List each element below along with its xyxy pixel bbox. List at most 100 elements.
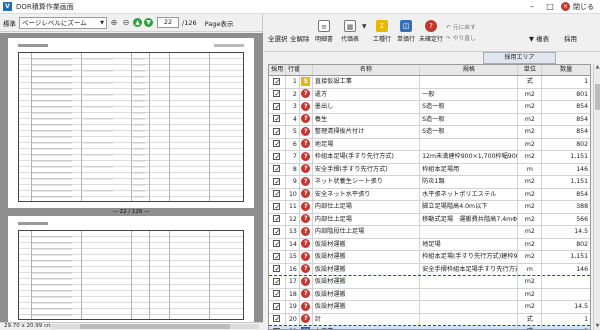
row-spec[interactable]: 地足場 <box>420 238 519 250</box>
row-name[interactable]: 整理清掃後片付け <box>313 126 421 138</box>
row-unit[interactable]: 式 <box>518 326 543 329</box>
row-spec[interactable] <box>420 326 519 329</box>
row-name[interactable]: 仮設材運搬 <box>313 263 421 275</box>
deselect-all-button[interactable]: 全解除 <box>290 33 310 43</box>
row-checkbox[interactable] <box>269 151 286 163</box>
row-name[interactable]: 安全手摺(手すり先行方式) <box>313 163 421 175</box>
table-row[interactable]: 13?内部階段仕上足場 m214.5 <box>269 226 590 239</box>
page-number-input[interactable]: 22 <box>157 17 179 28</box>
row-checkbox[interactable] <box>269 301 286 313</box>
row-name[interactable]: 内部階段仕上足場 <box>313 226 421 238</box>
row-name[interactable]: 土工事 <box>313 326 421 329</box>
header-qty[interactable]: 数量 <box>542 65 590 75</box>
row-qty[interactable]: 1,151 <box>542 151 590 163</box>
row-spec[interactable]: 防炎1類 <box>420 176 519 188</box>
redo-button[interactable]: ↷ やり直し <box>446 33 476 42</box>
scrollbar-thumb[interactable] <box>80 324 230 329</box>
row-qty[interactable]: 1,151 <box>542 176 590 188</box>
checkbox[interactable] <box>273 76 281 88</box>
row-qty[interactable]: 801 <box>542 89 590 101</box>
header-unit[interactable]: 単位 <box>518 65 543 75</box>
row-checkbox[interactable] <box>269 101 286 113</box>
row-unit[interactable]: m2 <box>518 138 543 150</box>
row-checkbox[interactable] <box>269 213 286 225</box>
scroll-up-icon[interactable]: ▲ <box>594 64 600 71</box>
table-row[interactable]: 7?枠組本足場(手すり先行方式)12m未満建枠900×1,700枠幅900×24… <box>269 151 590 164</box>
row-qty[interactable]: 854 <box>542 114 590 126</box>
row-checkbox[interactable] <box>269 126 286 138</box>
row-qty[interactable]: 146 <box>542 264 590 276</box>
header-spec[interactable]: 規格 <box>420 65 519 75</box>
row-unit[interactable]: 式 <box>518 313 543 325</box>
checkbox[interactable] <box>273 89 281 100</box>
horizontal-scrollbar[interactable] <box>50 324 259 329</box>
row-name[interactable]: ネット状養生シート張り <box>313 176 421 188</box>
row-spec[interactable]: S造一般 <box>420 126 519 138</box>
row-checkbox[interactable] <box>269 313 286 325</box>
row-unit[interactable]: m2 <box>518 288 543 300</box>
header-name[interactable]: 名称 <box>313 65 421 75</box>
header-row-number[interactable]: 行番号 <box>286 65 300 75</box>
header-check[interactable]: 採用 <box>269 65 286 75</box>
row-checkbox[interactable] <box>269 263 286 275</box>
adopt-button[interactable]: 採用 <box>564 33 577 43</box>
row-checkbox[interactable] <box>269 88 286 100</box>
row-qty[interactable]: 1,151 <box>542 251 590 263</box>
row-spec[interactable] <box>420 226 519 238</box>
row-checkbox[interactable] <box>269 251 286 263</box>
unit-price-row-button[interactable]: ◫ 単価行 <box>394 20 418 43</box>
row-checkbox[interactable] <box>269 188 286 200</box>
table-row[interactable]: 9?ネット状養生シート張り防炎1類m21,151 <box>269 176 590 189</box>
row-name[interactable]: 墨出し <box>313 101 421 113</box>
checkbox[interactable] <box>273 176 281 188</box>
row-spec[interactable]: 安全手摺枠組本足場手すり先行方式 <box>420 263 519 275</box>
row-spec[interactable]: 一般 <box>420 88 519 100</box>
row-unit[interactable]: 式 <box>518 76 543 88</box>
vertical-scrollbar[interactable]: ▲ ▼ <box>593 64 600 330</box>
checkbox[interactable] <box>273 301 281 313</box>
checkbox[interactable] <box>273 226 281 238</box>
row-name[interactable]: 仮設材運搬 <box>313 276 421 288</box>
document-canvas[interactable]: — 22 / 126 — <box>0 33 263 322</box>
scrollbar-thumb[interactable] <box>595 84 600 110</box>
row-unit[interactable]: m2 <box>518 301 543 313</box>
row-spec[interactable] <box>420 301 519 313</box>
row-name[interactable]: 内部仕上足場 <box>313 213 421 225</box>
checkbox[interactable] <box>273 151 281 163</box>
row-qty[interactable]: 14.5 <box>542 226 590 238</box>
row-unit[interactable]: m2 <box>518 276 543 288</box>
table-row[interactable]: 3?墨出しS造一般m2854 <box>269 101 590 114</box>
row-qty[interactable]: 1 <box>542 314 590 326</box>
scroll-down-icon[interactable]: ▼ <box>594 323 600 330</box>
minimize-button[interactable]: – <box>523 0 541 14</box>
maximize-button[interactable]: □ <box>541 0 559 14</box>
select-all-button[interactable]: 全選択 <box>268 33 288 43</box>
table-row[interactable]: 4?養生S造一般m2854 <box>269 113 590 126</box>
row-spec[interactable]: 12m未満建枠900×1,700枠幅900×240 <box>420 151 519 163</box>
detail-button[interactable]: ≡ 明細書 <box>312 20 336 43</box>
table-row[interactable]: 16?仮設材運搬安全手摺枠組本足場手すり先行方式m146 <box>269 263 590 276</box>
row-qty[interactable]: 854 <box>542 126 590 138</box>
row-qty[interactable]: 146 <box>542 164 590 176</box>
next-page-icon[interactable]: ▼ <box>144 18 153 27</box>
row-checkbox[interactable] <box>269 226 286 238</box>
table-row[interactable]: 20?計式1 <box>269 313 590 326</box>
table-row[interactable]: 11?内部仕上足場脚立足場階高4.0m以下m2388 <box>269 201 590 214</box>
row-name[interactable]: 枠組本足場(手すり先行方式) <box>313 151 421 163</box>
row-spec[interactable]: S造一般 <box>420 113 519 125</box>
row-unit[interactable]: m2 <box>518 201 543 213</box>
row-checkbox[interactable] <box>269 138 286 150</box>
checkbox[interactable] <box>273 251 281 263</box>
undo-button[interactable]: ↶ 元に戻す <box>446 22 476 31</box>
row-spec[interactable]: 枠組本足場用 <box>420 163 519 175</box>
row-unit[interactable]: m2 <box>518 238 543 250</box>
row-spec[interactable]: 脚立足場階高4.0m以下 <box>420 201 519 213</box>
table-row[interactable]: 10?安全ネット水平張り水平張ネットポリエステルm2854 <box>269 188 590 201</box>
zoom-select[interactable]: ページレベルにズーム ▼ <box>19 16 107 29</box>
table-row[interactable]: 2?遣方一般m2801 <box>269 88 590 101</box>
row-name[interactable]: 計 <box>313 313 421 325</box>
row-qty[interactable]: 1 <box>542 76 590 88</box>
item-table-button[interactable]: ▦ 代価表 <box>338 20 362 43</box>
row-qty[interactable] <box>542 289 590 301</box>
row-unit[interactable]: m2 <box>518 151 543 163</box>
